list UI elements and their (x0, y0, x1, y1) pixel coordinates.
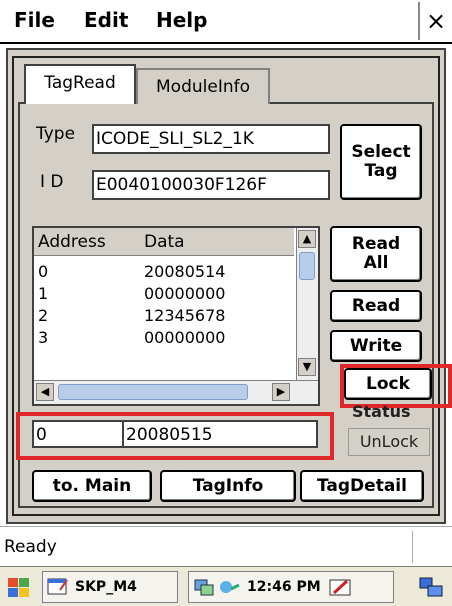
select-tag-label-2: Tag (364, 161, 398, 181)
connection-icon[interactable] (219, 576, 241, 598)
vertical-scroll-thumb[interactable] (299, 252, 315, 280)
scroll-down-icon[interactable]: ▼ (298, 358, 316, 376)
horizontal-scroll-thumb[interactable] (58, 384, 248, 400)
menu-help[interactable]: Help (156, 8, 207, 32)
status-bar: Ready (0, 526, 452, 566)
pen-input-icon[interactable] (329, 576, 351, 598)
read-all-button[interactable]: Read All (330, 226, 422, 282)
scroll-right-icon[interactable]: ▶ (272, 383, 290, 401)
row-data: 00000000 (144, 328, 226, 347)
type-label: Type (36, 124, 76, 144)
tag-info-button[interactable]: TagInfo (160, 470, 296, 502)
table-row[interactable]: 1 (38, 284, 48, 306)
tab-moduleinfo[interactable]: ModuleInfo (136, 68, 270, 104)
close-button[interactable]: × (418, 2, 452, 40)
clock-time[interactable]: 12:46 PM (247, 579, 321, 595)
vertical-scrollbar[interactable]: ▲ ▼ (296, 228, 318, 380)
taskbar-app-skp-m4[interactable]: SKP_M4 (42, 571, 178, 603)
to-main-button[interactable]: to. Main (32, 470, 152, 502)
tag-detail-button[interactable]: TagDetail (300, 470, 424, 502)
edit-highlight-box (16, 412, 334, 460)
close-icon: × (425, 7, 447, 35)
network-icon[interactable] (193, 576, 215, 598)
status-label: Status (352, 402, 411, 421)
horizontal-scrollbar[interactable]: ◀ ▶ (34, 380, 318, 404)
type-field[interactable]: ICODE_SLI_SL2_1K (92, 124, 330, 154)
read-all-label-2: All (363, 253, 389, 273)
taskbar: SKP_M4 12:46 PM (0, 566, 452, 606)
list-header: Address Data (34, 228, 294, 256)
scroll-left-icon[interactable]: ◀ (36, 383, 54, 401)
select-tag-label-1: Select (351, 142, 411, 163)
table-row[interactable]: 0 (38, 262, 48, 284)
column-address[interactable]: Address (38, 232, 106, 252)
taskbar-app-label: SKP_M4 (75, 579, 137, 595)
status-text: Ready (4, 537, 57, 557)
app-window-icon (47, 576, 69, 598)
address-data-list[interactable]: Address Data 0 20080514 1 00000000 2 123… (32, 226, 320, 406)
column-data[interactable]: Data (144, 232, 185, 252)
menu-edit[interactable]: Edit (84, 8, 128, 32)
status-bar-panel (412, 531, 452, 563)
row-address: 2 (38, 306, 49, 325)
row-address: 1 (38, 284, 49, 303)
read-all-label-1: Read (351, 234, 401, 255)
row-data: 00000000 (144, 284, 226, 303)
scroll-up-icon[interactable]: ▲ (298, 230, 316, 248)
table-row[interactable]: 3 (38, 328, 48, 350)
write-button[interactable]: Write (330, 330, 422, 362)
menu-file[interactable]: File (14, 8, 55, 32)
row-address: 0 (38, 262, 49, 281)
table-row[interactable]: 2 (38, 306, 48, 328)
tab-tagread[interactable]: TagRead (24, 64, 136, 104)
status-value: UnLock (348, 428, 430, 456)
row-data: 12345678 (144, 306, 226, 325)
row-data: 20080514 (144, 262, 226, 281)
select-tag-button[interactable]: Select Tag (340, 124, 422, 200)
id-field[interactable]: E0040100030F126F (92, 170, 330, 200)
id-label: I D (40, 172, 64, 192)
desktop-icon[interactable] (418, 575, 446, 601)
read-button[interactable]: Read (330, 290, 422, 322)
row-address: 3 (38, 328, 49, 347)
system-tray: 12:46 PM (188, 571, 394, 603)
windows-start-icon[interactable] (6, 575, 32, 601)
menu-bar: File Edit Help × (0, 0, 452, 44)
